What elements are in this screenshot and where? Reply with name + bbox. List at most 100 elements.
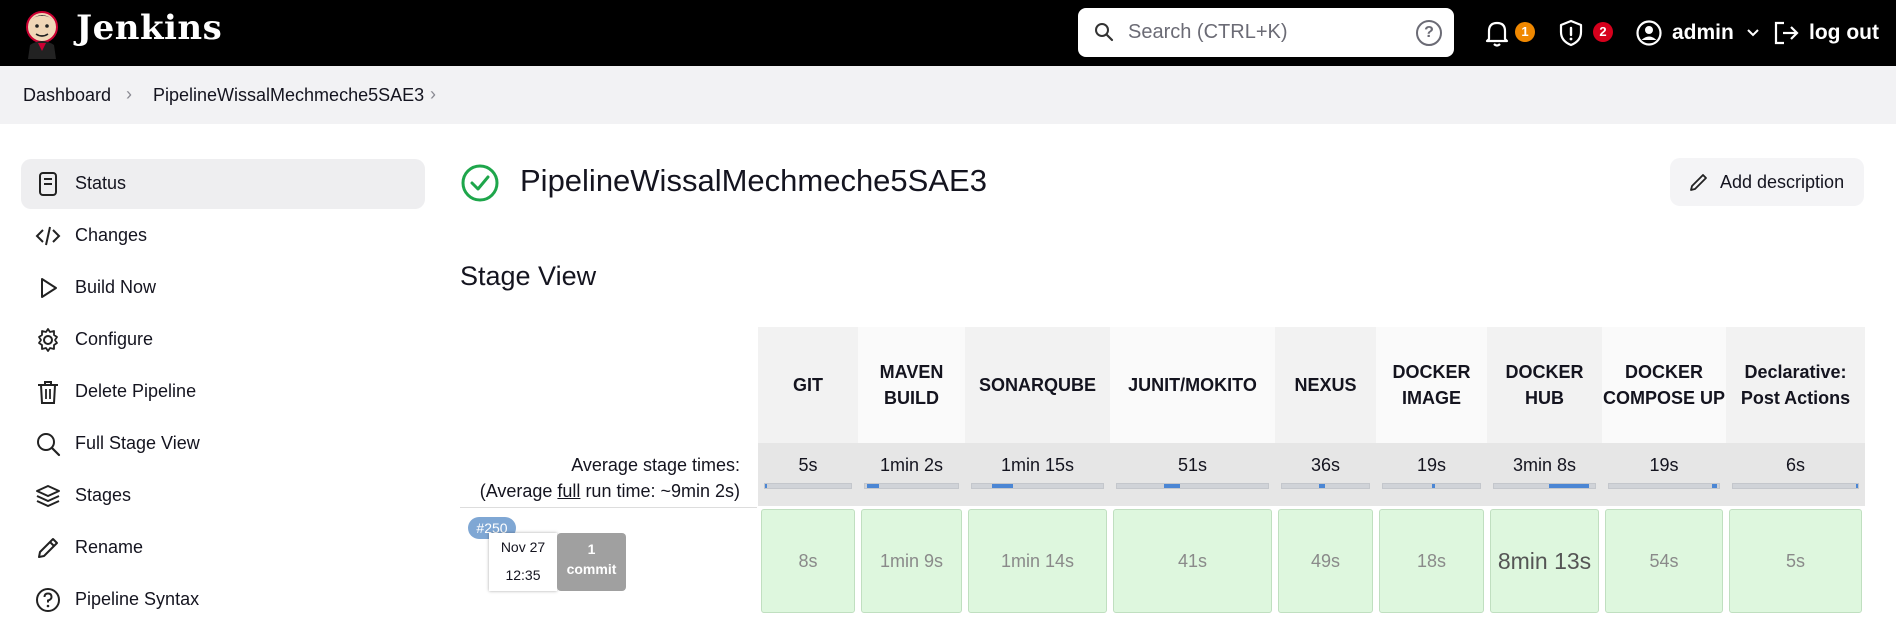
play-icon — [41, 278, 57, 298]
chevron-down-icon — [1747, 29, 1759, 37]
sidebar-item-label: Configure — [75, 329, 154, 349]
full-run-time-link[interactable]: full — [557, 481, 580, 501]
breadcrumb-pipeline[interactable]: PipelineWissalMechmeche5SAE3 — [153, 85, 424, 106]
pencil-icon — [38, 538, 58, 558]
logout-button[interactable]: log out — [1773, 14, 1879, 52]
stage-cell-git[interactable]: 8s — [761, 509, 855, 613]
jenkins-brand[interactable]: Jenkins — [76, 8, 222, 48]
stage-avg-docker-hub: 3min 8s — [1487, 443, 1602, 506]
sidebar-item-full-stage-view[interactable]: Full Stage View — [21, 419, 425, 469]
stage-cell-maven-build[interactable]: 1min 9s — [861, 509, 962, 613]
layers-icon — [36, 485, 60, 507]
search-box[interactable]: ? — [1078, 8, 1454, 57]
sidebar-item-build-now[interactable]: Build Now — [21, 263, 425, 313]
stage-header-docker-image: DOCKER IMAGE — [1376, 327, 1487, 443]
commit-count-button[interactable]: 1 commit — [557, 533, 626, 591]
average-run-time-label: (Average full run time: ~9min 2s) — [479, 481, 740, 501]
stage-cell-docker-image[interactable]: 18s — [1379, 509, 1484, 613]
stage-cell-post-actions[interactable]: 5s — [1729, 509, 1862, 613]
stage-header-maven-build: MAVEN BUILD — [858, 327, 965, 443]
notifications-badge: 1 — [1515, 22, 1535, 42]
stage-avg-junit-mokito: 51s — [1110, 443, 1275, 506]
pencil-icon — [1690, 174, 1707, 191]
add-description-label: Add description — [1720, 172, 1845, 192]
stage-header-post-actions: Declarative: Post Actions — [1726, 327, 1865, 443]
average-stage-times-label: Average stage times: — [571, 455, 740, 475]
stage-avg-post-actions: 6s — [1726, 443, 1865, 506]
stage-view-title: Stage View — [460, 261, 597, 291]
user-name: admin — [1672, 21, 1734, 44]
stage-cell-docker-hub[interactable]: 8min 13s — [1490, 509, 1599, 613]
sidebar-item-configure[interactable]: Configure — [21, 315, 425, 365]
question-circle-icon[interactable]: ? — [1416, 20, 1442, 46]
build-date-day: Nov 27 — [500, 539, 546, 555]
avg-bar-fill — [1318, 484, 1326, 488]
shield-icon — [1559, 19, 1583, 47]
sidebar-item-label: Delete Pipeline — [75, 381, 197, 401]
build-date-time: 12:35 — [505, 567, 541, 583]
sidebar-item-label: Full Stage View — [75, 433, 200, 453]
success-check-icon — [461, 164, 499, 202]
page-title: PipelineWissalMechmeche5SAE3 — [520, 163, 987, 198]
search-icon — [1095, 23, 1114, 42]
avg-bar-fill — [1855, 484, 1858, 488]
avg-bar-fill — [1431, 484, 1436, 488]
sidebar-item-status[interactable]: Status — [21, 159, 425, 209]
stage-avg-sonarqube: 1min 15s — [965, 443, 1110, 506]
search-icon — [37, 433, 61, 457]
sidebar-item-label: Pipeline Syntax — [75, 589, 200, 609]
search-input[interactable] — [1128, 18, 1398, 46]
stage-cell-nexus[interactable]: 49s — [1278, 509, 1373, 613]
stage-avg-nexus: 36s — [1275, 443, 1376, 506]
stage-cell-docker-compose-up[interactable]: 54s — [1605, 509, 1723, 613]
stage-header-sonarqube: SONARQUBE — [965, 327, 1110, 443]
notifications-button[interactable] — [1484, 14, 1510, 52]
breadcrumb-dashboard[interactable]: Dashboard — [23, 85, 111, 106]
trash-icon — [38, 381, 58, 404]
logout-icon — [1774, 21, 1799, 45]
security-badge: 2 — [1593, 22, 1613, 42]
stage-avg-maven-build: 1min 2s — [858, 443, 965, 506]
avg-bar-fill — [991, 484, 1013, 488]
user-avatar-icon — [1636, 20, 1662, 46]
avg-bar-fill — [1163, 484, 1181, 488]
sidebar-item-rename[interactable]: Rename — [21, 523, 425, 573]
sidebar-item-stages[interactable]: Stages — [21, 471, 425, 521]
stage-cell-junit-mokito[interactable]: 41s — [1113, 509, 1272, 613]
breadcrumb-chevron-icon[interactable]: › — [430, 84, 436, 105]
breadcrumb-chevron-icon[interactable]: › — [126, 84, 132, 105]
add-description-button[interactable]: Add description — [1670, 158, 1864, 206]
code-icon — [35, 226, 61, 246]
sidebar-item-label: Stages — [75, 485, 132, 505]
security-button[interactable] — [1558, 14, 1584, 52]
top-header: Jenkins ? 1 2 admin — [0, 0, 1896, 66]
avg-bar-fill — [1548, 484, 1589, 488]
avg-bar-fill — [866, 484, 879, 488]
sidebar-item-label: Rename — [75, 537, 144, 557]
notepad-icon — [39, 172, 57, 196]
stage-header-git: GIT — [758, 327, 858, 443]
stage-avg-git: 5s — [758, 443, 858, 506]
sidebar-item-delete-pipeline[interactable]: Delete Pipeline — [21, 367, 425, 417]
stage-header-nexus: NEXUS — [1275, 327, 1376, 443]
stage-avg-docker-image: 19s — [1376, 443, 1487, 506]
jenkins-logo-icon[interactable] — [22, 7, 62, 59]
sidebar-item-pipeline-syntax[interactable]: Pipeline Syntax — [21, 575, 425, 617]
stage-header-junit-mokito: JUNIT/MOKITO — [1110, 327, 1275, 443]
sidebar-item-label: Build Now — [75, 277, 157, 297]
sidebar-item-label: Status — [75, 173, 127, 193]
user-menu-button[interactable]: admin — [1636, 14, 1760, 52]
stage-header-docker-hub: DOCKER HUB — [1487, 327, 1602, 443]
breadcrumb: Dashboard › PipelineWissalMechmeche5SAE3… — [0, 66, 1896, 124]
bell-icon — [1485, 21, 1509, 47]
sidebar-item-label: Changes — [75, 225, 148, 245]
sidebar-item-changes[interactable]: Changes — [21, 211, 425, 261]
avg-bar-fill — [1712, 484, 1717, 488]
stage-avg-docker-compose-up: 19s — [1602, 443, 1726, 506]
stage-cell-sonarqube[interactable]: 1min 14s — [968, 509, 1107, 613]
stage-header-docker-compose-up: DOCKER COMPOSE UP — [1602, 327, 1726, 443]
gear-icon — [38, 328, 58, 352]
question-circle-icon — [36, 588, 60, 612]
avg-bar-fill — [765, 484, 767, 488]
build-date[interactable]: Nov 27 12:35 — [489, 533, 557, 591]
